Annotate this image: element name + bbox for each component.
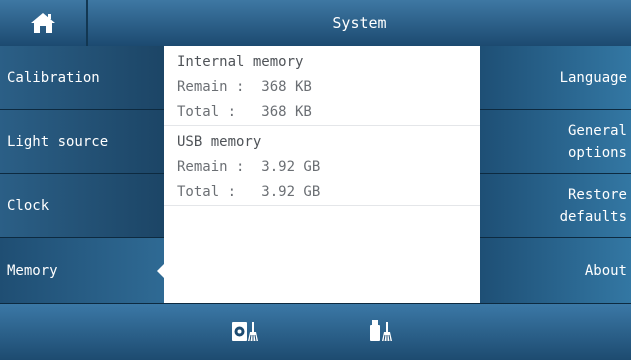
menu-general-options-button[interactable]: General options xyxy=(480,110,631,174)
menu-label: Restore defaults xyxy=(560,184,627,228)
menu-label: General options xyxy=(568,120,627,164)
page-title: System xyxy=(332,14,387,32)
usb-memory-remain: Remain : 3.92 GB xyxy=(177,159,321,175)
menu-label: About xyxy=(584,262,627,279)
menu-label: Memory xyxy=(7,262,58,279)
right-menu: Language General options Restore default… xyxy=(480,46,631,303)
menu-clock-button[interactable]: Clock xyxy=(0,174,164,238)
system-screen: System Calibration Light source Clock Me… xyxy=(0,0,631,360)
menu-label: Calibration xyxy=(7,69,100,86)
menu-label-line1: General xyxy=(567,122,627,139)
menu-calibration-button[interactable]: Calibration xyxy=(0,46,164,110)
menu-light-source-button[interactable]: Light source xyxy=(0,110,164,174)
usb-memory-title: USB memory xyxy=(177,134,262,150)
menu-label-line2: options xyxy=(567,144,627,161)
home-button[interactable] xyxy=(0,0,88,46)
clean-usb-memory-icon xyxy=(370,320,392,342)
menu-restore-defaults-button[interactable]: Restore defaults xyxy=(480,174,631,238)
top-bar: System xyxy=(0,0,631,47)
usb-memory-total: Total : 3.92 GB xyxy=(177,184,321,200)
menu-label-line1: Restore xyxy=(567,186,627,203)
clean-internal-memory-button[interactable] xyxy=(230,317,260,347)
menu-label: Language xyxy=(559,69,627,86)
menu-language-button[interactable]: Language xyxy=(480,46,631,110)
internal-memory-remain: Remain : 368 KB xyxy=(177,79,312,95)
menu-label: Light source xyxy=(7,133,109,150)
menu-label-line2: defaults xyxy=(559,208,627,225)
menu-label: Clock xyxy=(7,197,50,214)
home-icon xyxy=(31,13,55,33)
clean-usb-memory-button[interactable] xyxy=(366,317,396,347)
menu-about-button[interactable]: About xyxy=(480,238,631,303)
internal-memory-section: Internal memory Remain : 368 KB Total : … xyxy=(164,46,480,126)
bottom-toolbar xyxy=(0,303,631,360)
left-menu: Calibration Light source Clock Memory xyxy=(0,46,165,303)
menu-memory-button[interactable]: Memory xyxy=(0,238,165,303)
clean-internal-memory-icon xyxy=(232,322,258,342)
memory-panel: Internal memory Remain : 368 KB Total : … xyxy=(164,46,480,303)
usb-memory-section: USB memory Remain : 3.92 GB Total : 3.92… xyxy=(164,126,480,206)
internal-memory-total: Total : 368 KB xyxy=(177,104,312,120)
internal-memory-title: Internal memory xyxy=(177,54,304,70)
